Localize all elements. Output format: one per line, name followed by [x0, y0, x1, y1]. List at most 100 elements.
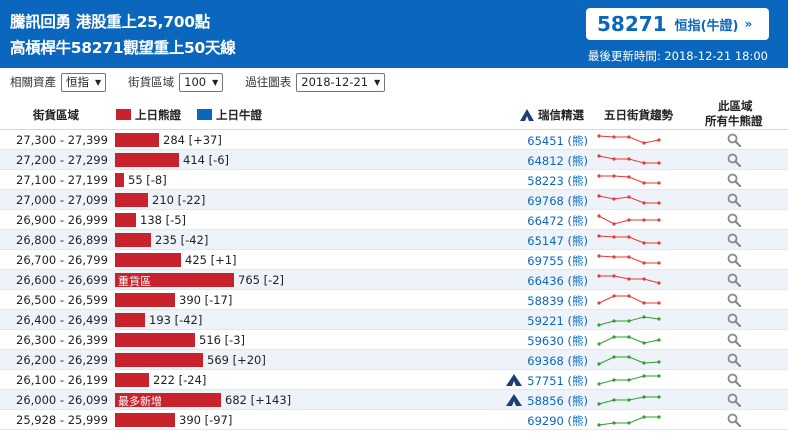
trend-point: [612, 294, 616, 298]
warrant-code-link[interactable]: 59630 (熊): [527, 333, 588, 349]
trend-point: [657, 261, 661, 265]
bear-volume-bar: [115, 233, 151, 247]
trend-point: [627, 235, 631, 239]
magnifier-icon[interactable]: [727, 373, 741, 387]
trend-point: [597, 382, 601, 386]
legend-bull: 上日牛證: [197, 107, 262, 123]
trend-point: [597, 274, 601, 278]
magnifier-icon[interactable]: [727, 213, 741, 227]
five-day-trend-sparkline: [597, 294, 661, 305]
magnifier-icon[interactable]: [727, 193, 741, 207]
table-row: 26,100 - 26,199 222 [-24] 57751 (熊): [0, 370, 788, 390]
trend-point: [627, 421, 631, 425]
trend-point: [612, 197, 616, 201]
warrant-code-link[interactable]: 69368 (熊): [527, 353, 588, 369]
table-row: 26,000 - 26,099 最多新增 682 [+143] 58856 (熊): [0, 390, 788, 410]
volume-value: 193 [-42]: [149, 313, 203, 327]
trend-point: [642, 301, 646, 305]
magnifier-icon[interactable]: [727, 413, 741, 427]
magnifier-icon[interactable]: [727, 253, 741, 267]
warrant-code-link[interactable]: 58839 (熊): [527, 293, 588, 309]
column-header-trend: 五日街貨趨勢: [604, 108, 673, 122]
legend-bear: 上日熊證: [116, 107, 181, 123]
table-row: 26,500 - 26,599 390 [-17] 58839 (熊): [0, 290, 788, 310]
five-day-trend-sparkline: [597, 415, 661, 427]
bear-volume-bar: [115, 373, 149, 387]
range-size-label: 街貨區域: [128, 75, 175, 89]
magnifier-icon[interactable]: [727, 353, 741, 367]
ubs-pick-icon: [506, 374, 522, 386]
trend-point: [612, 378, 616, 382]
magnifier-icon[interactable]: [727, 233, 741, 247]
trend-point: [597, 214, 601, 218]
five-day-trend-sparkline: [597, 374, 661, 386]
warrant-code-link[interactable]: 69290 (熊): [527, 413, 588, 429]
trend-point: [597, 174, 601, 178]
trend-point: [657, 281, 661, 285]
magnifier-icon[interactable]: [727, 333, 741, 347]
trend-point: [597, 402, 601, 406]
five-day-trend-sparkline: [597, 395, 661, 406]
table-row: 26,400 - 26,499 193 [-42] 59221 (熊): [0, 310, 788, 330]
range-cell: 26,900 - 26,999: [16, 213, 108, 227]
past-chart-date-select[interactable]: 2018-12-21 ▼: [296, 72, 386, 92]
underlying-asset-label: 相關資產: [10, 75, 56, 89]
warrant-code-link[interactable]: 57751 (熊): [527, 373, 588, 389]
table-row: 27,300 - 27,399 284 [+37] 65451 (熊): [0, 130, 788, 150]
warrant-code-link[interactable]: 58223 (熊): [527, 173, 588, 189]
trend-point: [627, 277, 631, 281]
table-row: 25,928 - 25,999 390 [-97] 69290 (熊): [0, 410, 788, 430]
warrant-code-link[interactable]: 65147 (熊): [527, 233, 588, 249]
column-header-all-line2: 所有牛熊證: [705, 114, 763, 128]
magnifier-icon[interactable]: [727, 273, 741, 287]
trend-point: [657, 138, 661, 142]
headline-line-1[interactable]: 騰訊回勇 港股重上25,700點: [10, 10, 210, 32]
volume-value: 138 [-5]: [140, 213, 187, 227]
bear-legend-swatch: [116, 109, 131, 120]
range-size-select[interactable]: 100 ▼: [179, 72, 224, 92]
underlying-asset-select[interactable]: 恒指 ▼: [61, 72, 107, 92]
warrant-code-link[interactable]: 59221 (熊): [527, 313, 588, 329]
trend-point: [597, 234, 601, 238]
warrant-code-link[interactable]: 58856 (熊): [527, 393, 588, 409]
column-header-ubs: 瑞信精選: [520, 107, 584, 123]
bar-tag-label: 重貨區: [118, 275, 151, 288]
magnifier-icon[interactable]: [727, 173, 741, 187]
magnifier-icon[interactable]: [727, 133, 741, 147]
magnifier-icon[interactable]: [727, 313, 741, 327]
warrant-code-link[interactable]: 66436 (熊): [527, 273, 588, 289]
table-row: 27,200 - 27,299 414 [-6] 64812 (熊): [0, 150, 788, 170]
magnifier-icon[interactable]: [727, 153, 741, 167]
trend-point: [627, 135, 631, 139]
warrant-code-link[interactable]: 65451 (熊): [527, 133, 588, 149]
trend-point: [642, 218, 646, 222]
headline-line-2[interactable]: 高槓桿牛58271觀望重上50天線: [10, 36, 236, 58]
trend-point: [657, 241, 661, 245]
bear-volume-bar: [115, 293, 175, 307]
trend-point: [612, 398, 616, 402]
volume-value: 390 [-17]: [179, 293, 233, 307]
trend-point: [627, 195, 631, 199]
bar-tag-label: 最多新增: [118, 395, 162, 408]
trend-point: [627, 294, 631, 298]
magnifier-icon[interactable]: [727, 293, 741, 307]
trend-point: [642, 277, 646, 281]
trend-point: [597, 323, 601, 327]
trend-point: [642, 201, 646, 205]
warrant-code-link[interactable]: 66472 (熊): [527, 213, 588, 229]
five-day-trend-sparkline: [597, 154, 661, 165]
magnifier-icon[interactable]: [727, 393, 741, 407]
trend-point: [627, 157, 631, 161]
range-cell: 27,300 - 27,399: [16, 133, 108, 147]
range-cell: 26,500 - 26,599: [16, 293, 108, 307]
dropdown-caret-icon: ▼: [212, 77, 219, 87]
warrant-code-link[interactable]: 69755 (熊): [527, 253, 588, 269]
featured-warrant-button[interactable]: 58271 恒指(牛證) »: [586, 8, 769, 40]
trend-point: [657, 395, 661, 399]
warrant-code-link[interactable]: 64812 (熊): [527, 153, 588, 169]
range-cell: 27,100 - 27,199: [16, 173, 108, 187]
table-row: 26,300 - 26,399 516 [-3] 59630 (熊): [0, 330, 788, 350]
warrant-code-link[interactable]: 69768 (熊): [527, 193, 588, 209]
bear-volume-bar: [115, 333, 195, 347]
trend-point: [657, 415, 661, 419]
